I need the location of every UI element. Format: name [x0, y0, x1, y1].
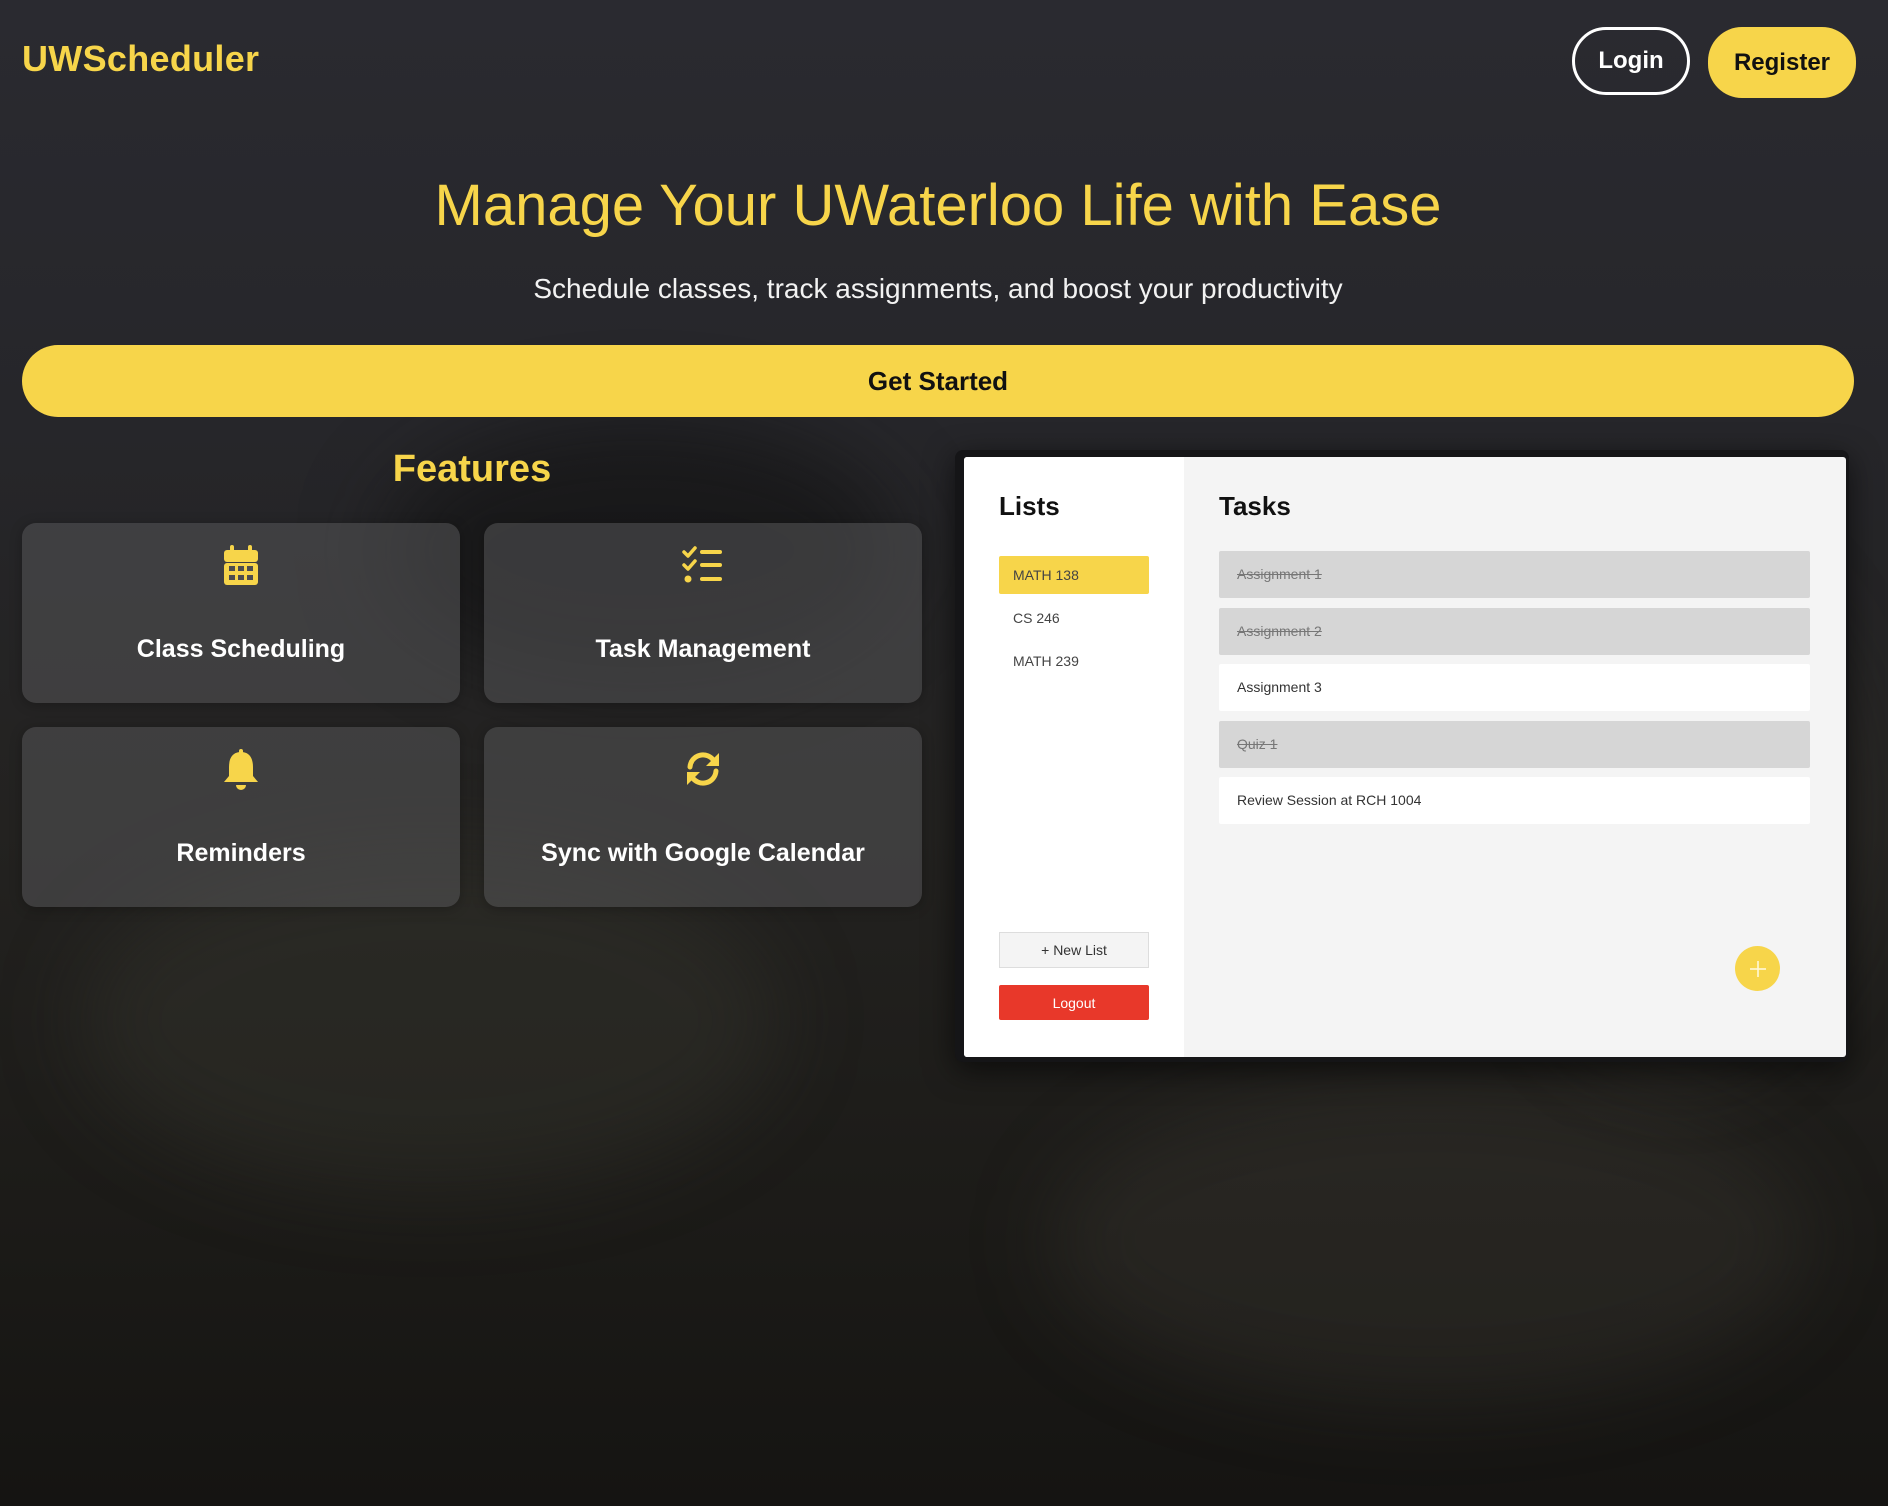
task-item[interactable]: Review Session at RCH 1004 [1219, 777, 1810, 824]
get-started-button[interactable]: Get Started [22, 345, 1854, 417]
background-blur [1050, 1080, 1810, 1400]
login-button[interactable]: Login [1572, 27, 1690, 95]
task-item[interactable]: Assignment 1 [1219, 551, 1810, 598]
hero-title: Manage Your UWaterloo Life with Ease [434, 173, 1442, 238]
feature-label: Task Management [595, 635, 811, 663]
list-item-math-138[interactable]: MATH 138 [999, 556, 1149, 594]
hero-subtitle: Schedule classes, track assignments, and… [533, 273, 1343, 304]
feature-label: Reminders [176, 839, 306, 867]
lists-heading: Lists [999, 491, 1060, 521]
task-item[interactable]: Assignment 3 [1219, 664, 1810, 711]
logout-button[interactable]: Logout [999, 985, 1149, 1020]
new-list-button[interactable]: + New List [999, 932, 1149, 968]
list-item-cs-246[interactable]: CS 246 [999, 599, 1149, 637]
features-heading: Features [392, 448, 552, 490]
plus-icon [1749, 960, 1766, 977]
bell-icon [22, 749, 460, 791]
register-button[interactable]: Register [1708, 27, 1856, 98]
feature-card-class-scheduling: Class Scheduling [22, 523, 460, 703]
app-preview: Lists MATH 138 CS 246 MATH 239 + New Lis… [964, 457, 1846, 1057]
tasks-heading: Tasks [1219, 491, 1291, 521]
sync-icon [484, 749, 922, 789]
calendar-icon [22, 545, 460, 587]
checklist-icon [484, 545, 922, 585]
feature-label: Class Scheduling [136, 635, 346, 663]
feature-card-google-sync: Sync with Google Calendar [484, 727, 922, 907]
feature-label: Sync with Google Calendar [541, 839, 865, 867]
add-task-button[interactable] [1735, 946, 1780, 991]
app-logo[interactable]: UWScheduler [22, 38, 259, 80]
feature-card-reminders: Reminders [22, 727, 460, 907]
task-item[interactable]: Quiz 1 [1219, 721, 1810, 768]
lists-sidebar: Lists MATH 138 CS 246 MATH 239 + New Lis… [964, 457, 1184, 1057]
feature-card-task-management: Task Management [484, 523, 922, 703]
list-item-math-239[interactable]: MATH 239 [999, 642, 1149, 680]
task-item[interactable]: Assignment 2 [1219, 608, 1810, 655]
